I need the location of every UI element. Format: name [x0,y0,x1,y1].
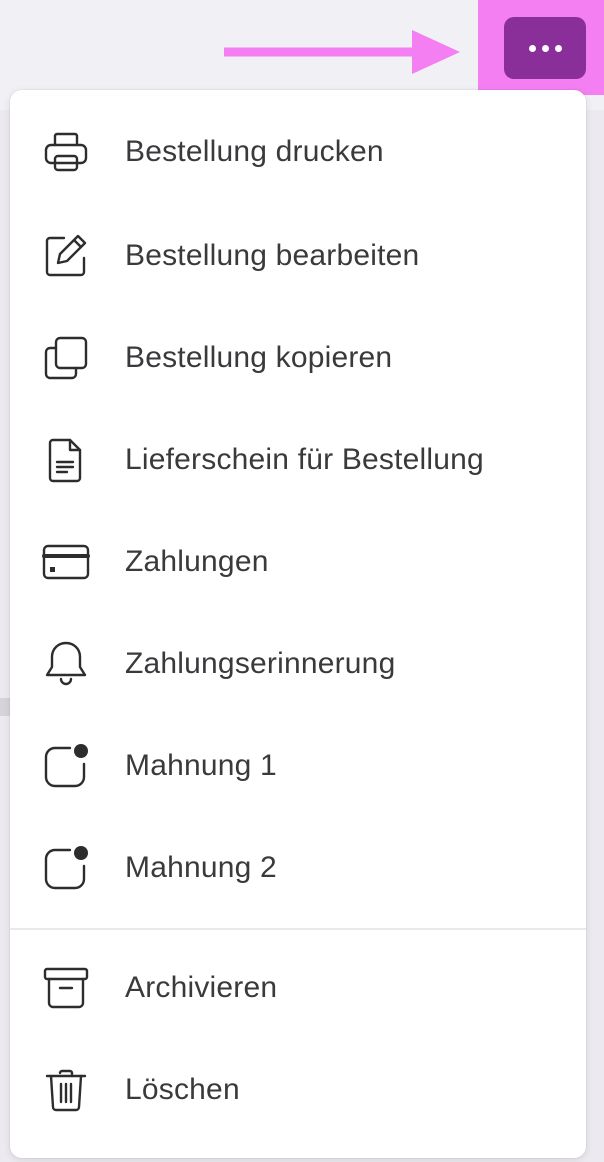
menu-divider [10,928,586,930]
order-actions-menu: Bestellung drucken Bestellung bearbeiten… [10,90,586,1158]
notification-dot-icon [40,740,92,792]
menu-item-dunning-2[interactable]: Mahnung 2 [10,818,586,918]
menu-item-edit-order[interactable]: Bestellung bearbeiten [10,206,586,306]
more-options-button[interactable] [504,17,586,79]
menu-item-copy-order[interactable]: Bestellung kopieren [10,308,586,408]
notification-dot-icon [40,842,92,894]
menu-item-delivery-note[interactable]: Lieferschein für Bestellung [10,410,586,510]
menu-item-dunning-1[interactable]: Mahnung 1 [10,716,586,816]
printer-icon [40,126,92,178]
archive-icon [40,962,92,1014]
menu-item-delete[interactable]: Löschen [10,1040,586,1140]
dot-icon [541,44,549,52]
menu-item-payment-reminder[interactable]: Zahlungserinnerung [10,614,586,714]
menu-item-label: Bestellung bearbeiten [125,239,420,272]
menu-item-label: Bestellung drucken [125,135,384,168]
menu-item-label: Lieferschein für Bestellung [125,443,484,476]
bell-icon [40,638,92,690]
menu-item-label: Bestellung kopieren [125,341,393,374]
menu-item-archive[interactable]: Archivieren [10,938,586,1038]
menu-item-label: Löschen [125,1073,240,1106]
menu-item-label: Zahlungen [125,545,269,578]
trash-icon [40,1064,92,1116]
dot-icon [528,44,536,52]
menu-item-print-order[interactable]: Bestellung drucken [10,102,586,202]
menu-item-label: Mahnung 2 [125,851,277,884]
menu-item-payments[interactable]: Zahlungen [10,512,586,612]
dot-icon [554,44,562,52]
document-icon [40,434,92,486]
annotation-arrow-icon [224,30,460,74]
copy-icon [40,332,92,384]
menu-item-label: Mahnung 1 [125,749,277,782]
edit-icon [40,230,92,282]
menu-item-label: Zahlungserinnerung [125,647,396,680]
menu-item-label: Archivieren [125,971,278,1004]
credit-card-icon [40,536,92,588]
